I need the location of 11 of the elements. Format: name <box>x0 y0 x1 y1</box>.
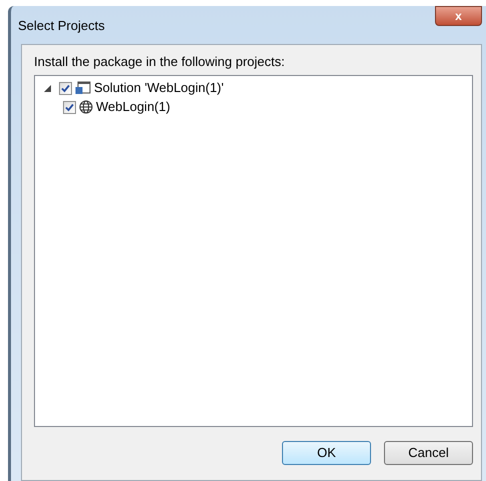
solution-icon <box>75 81 91 95</box>
instruction-text: Install the package in the following projects: <box>34 53 286 71</box>
window-title: Select Projects <box>18 17 105 35</box>
checkbox[interactable] <box>63 100 76 114</box>
dialog-button[interactable]: OK <box>282 440 371 464</box>
dialog-button[interactable]: Cancel <box>384 440 473 464</box>
checkbox[interactable] <box>59 82 72 94</box>
tree-item[interactable]: WebLogin(1) <box>96 97 170 117</box>
globe-icon <box>79 100 93 114</box>
tree-item[interactable]: Solution 'WebLogin(1)' <box>94 78 224 98</box>
expander-icon[interactable] <box>44 84 51 92</box>
